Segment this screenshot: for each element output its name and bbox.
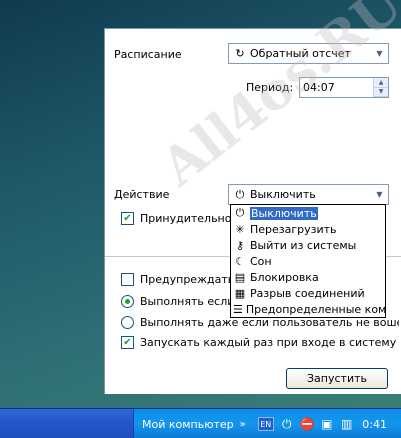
my-computer-toolbar[interactable]: Мой компьютер (142, 418, 234, 431)
dropdown-item[interactable]: ☰Предопределенные команд (231, 301, 385, 317)
dropdown-item[interactable]: ▤ Блокировка (231, 269, 385, 285)
no-entry-icon[interactable]: ⛔ (300, 417, 315, 431)
dropdown-item[interactable]: ▦ Разрыв соединений (231, 285, 385, 301)
radio-button[interactable] (121, 295, 134, 308)
run-each-login-label: Запускать каждый раз при входе в систему (140, 336, 397, 349)
force-close-label: Принудительно за (140, 212, 231, 225)
power-icon[interactable]: ⏻ (280, 417, 294, 432)
dropdown-item-label: Выключить (250, 206, 318, 220)
chevron-down-icon[interactable]: ▼ (371, 185, 388, 204)
dropdown-item[interactable]: ☾ Сон (231, 253, 385, 269)
checkbox-box[interactable] (121, 273, 134, 286)
schedule-value: Обратный отсчет (250, 47, 351, 60)
moon-icon: ☾ (235, 254, 245, 268)
key-icon: ⚷ (235, 238, 245, 252)
checkbox-box[interactable]: ✔ (121, 212, 134, 225)
period-value[interactable]: 04:07 (300, 81, 373, 94)
power-icon: ⏻ (235, 187, 245, 201)
dropdown-item[interactable]: ✳ Перезагрузить (231, 221, 385, 237)
countdown-icon: ↻ (235, 47, 245, 60)
lock-icon: ▤ (234, 270, 246, 284)
system-tray: Мой компьютер » EN ⏻ ⛔ ▣ ▥ 0:41 (133, 409, 401, 438)
language-indicator[interactable]: EN (257, 417, 274, 431)
run-if-label: Выполнять если п (140, 295, 235, 308)
checkbox-box[interactable]: ✔ (121, 336, 134, 349)
dropdown-item-label: Выйти из системы (250, 238, 357, 252)
radio-button[interactable] (121, 316, 134, 329)
stepper-down-icon[interactable]: ▼ (374, 87, 388, 97)
network-icon[interactable]: ▥ (340, 417, 354, 431)
taskbar: Мой компьютер » EN ⏻ ⛔ ▣ ▥ 0:41 (0, 408, 401, 438)
action-label: Действие (114, 188, 170, 201)
restart-icon: ✳ (235, 222, 245, 236)
dropdown-item-label: Разрыв соединений (250, 286, 365, 300)
action-combo[interactable]: ⏻ Выключить ▼ (228, 184, 389, 205)
run-each-login-checkbox[interactable]: ✔ Запускать каждый раз при входе в систе… (121, 336, 399, 349)
clock[interactable]: 0:41 (362, 418, 387, 431)
run-if-radio[interactable]: Выполнять если п (121, 295, 235, 308)
dropdown-item[interactable]: ⚷ Выйти из системы (231, 237, 385, 253)
warn-checkbox[interactable]: Предупреждать п (121, 273, 235, 286)
dropdown-item[interactable]: ⏻ Выключить (231, 205, 385, 221)
commands-icon: ☰ (233, 302, 243, 316)
dropdown-item-label: Предопределенные команд (245, 302, 385, 316)
action-value: Выключить (250, 188, 316, 201)
power-icon: ⏻ (235, 206, 245, 219)
schedule-combo[interactable]: ↻ Обратный отсчет ▼ (228, 43, 389, 64)
action-dropdown-list: ⏻ Выключить ✳ Перезагрузить ⚷ Выйти из систем… (230, 204, 386, 318)
network-icon: ▦ (234, 286, 246, 300)
period-label: Период: (246, 81, 294, 94)
start-button[interactable]: Запустить (286, 368, 388, 389)
stepper-buttons: ▲ ▼ (373, 78, 388, 97)
network-icon[interactable]: ▣ (320, 417, 334, 431)
warn-label: Предупреждать п (140, 273, 235, 286)
period-stepper[interactable]: 04:07 ▲ ▼ (299, 77, 389, 98)
force-close-checkbox[interactable]: ✔ Принудительно за (121, 212, 231, 225)
stepper-up-icon[interactable]: ▲ (374, 78, 388, 88)
chevron-icon[interactable]: » (240, 419, 246, 430)
schedule-label: Расписание (114, 48, 182, 61)
chevron-down-icon[interactable]: ▼ (371, 44, 388, 63)
dropdown-item-label: Блокировка (250, 270, 319, 284)
dropdown-item-label: Сон (250, 254, 272, 268)
dropdown-item-label: Перезагрузить (250, 222, 337, 236)
